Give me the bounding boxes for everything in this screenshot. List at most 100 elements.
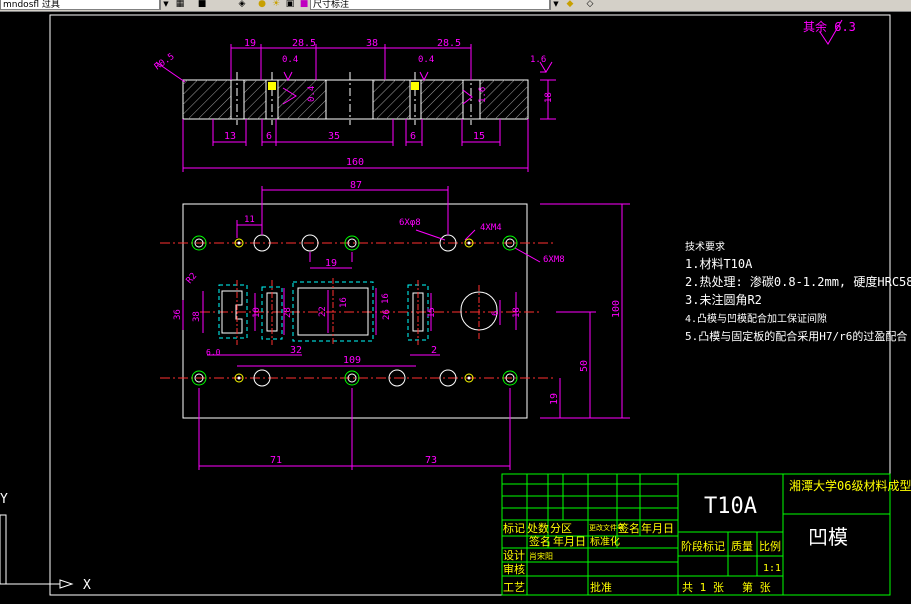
- dim-label: 28.5: [292, 38, 316, 49]
- dim-label: 6: [266, 131, 272, 142]
- dim-label: 11: [244, 215, 255, 225]
- dim-label: 87: [350, 180, 362, 191]
- screw-thread-mark: [411, 82, 419, 90]
- ucs-icon: [0, 514, 74, 589]
- plan-view: 87 11 6Xφ8 4XM4 6XM8 19 R2 38 36 10 28 2…: [160, 180, 630, 470]
- dim-label: 19: [325, 258, 337, 269]
- dim-label: 4XM4: [480, 223, 502, 233]
- school-name: 湘潭大学06级材料成型及控制工程四班: [789, 478, 911, 493]
- part-name: 凹模: [808, 525, 848, 549]
- layer-previous-icon[interactable]: ■: [196, 0, 208, 10]
- dim-label: 26: [382, 309, 392, 320]
- layer-combo[interactable]: mndosfl 过具: [0, 0, 160, 10]
- dim-label: 16: [339, 297, 349, 308]
- dim-label: 36: [173, 309, 183, 320]
- match-layer-icon[interactable]: ◆: [564, 0, 576, 10]
- title-block-cell: 签名: [529, 534, 551, 548]
- tech-req-line: 3.未注圆角R2: [685, 292, 762, 307]
- roughness-note: 其余 6.3: [803, 19, 856, 34]
- title-block-cell: 批准: [590, 580, 612, 594]
- title-block-cell: 肖宋阳: [529, 551, 553, 561]
- dim-label: 15: [427, 307, 437, 318]
- dim-label: 10: [252, 307, 262, 318]
- dim-label: 160: [346, 157, 364, 168]
- dim-label: 28: [283, 307, 293, 318]
- dim-label: 0.4: [307, 86, 317, 102]
- section-view: 19 28.5 38 28.5 1.6 R0.5 0.4 0.4 0.4 1.6…: [153, 38, 556, 172]
- title-block-cell: 标准化: [590, 535, 620, 548]
- tech-req-line: 2.热处理: 渗碳0.8-1.2mm, 硬度HRC58-62: [685, 274, 911, 289]
- drawing-canvas[interactable]: 19 28.5 38 28.5 1.6 R0.5 0.4 0.4 0.4 1.6…: [0, 11, 911, 604]
- title-block-cell: 年月日: [553, 534, 586, 548]
- ucs-x-label: X: [83, 578, 91, 593]
- title-block-text: T10A 湘潭大学06级材料成型及控制工程四班 凹模 标记 处数 分区 更改文件…: [503, 478, 911, 594]
- plate-outline: [182, 203, 528, 419]
- title-block-cell: 处数: [527, 522, 549, 535]
- lightbulb-icon[interactable]: ●: [256, 0, 268, 10]
- dim-label: 1.6: [478, 87, 488, 103]
- dim-label: 109: [343, 355, 361, 366]
- dim-label: 18: [512, 307, 522, 318]
- title-block-cell: 共 1 张: [682, 581, 724, 594]
- hatch-area: [244, 80, 266, 119]
- hatch-area: [183, 80, 231, 119]
- ucs-y-label: Y: [0, 492, 8, 507]
- title-block-cell: 签名: [618, 521, 640, 535]
- title-block-cell: 设计: [503, 549, 525, 562]
- dim-label: R2: [185, 271, 200, 286]
- dim-label: 0.4: [282, 55, 298, 65]
- dim-label: 6: [410, 131, 416, 142]
- dim-label: 16: [381, 293, 391, 304]
- chevron-down-icon[interactable]: ▼: [550, 0, 561, 10]
- title-block-cell: 质量: [731, 540, 753, 553]
- dim-label: 73: [425, 455, 437, 466]
- layer-state-icon[interactable]: ▦: [174, 0, 186, 10]
- dim-label: 19: [244, 38, 256, 49]
- title-block-cell: 工艺: [503, 581, 525, 594]
- dim-label: 35: [328, 131, 340, 142]
- lock-icon[interactable]: ▣: [284, 0, 296, 10]
- hatch-area: [373, 80, 410, 119]
- technical-requirements: 技术要求 1.材料T10A 2.热处理: 渗碳0.8-1.2mm, 硬度HRC5…: [685, 240, 911, 343]
- hatch-area: [421, 80, 463, 119]
- title-block-cell: 分区: [550, 522, 572, 535]
- hatch-area: [278, 80, 326, 119]
- dim-label: 0.4: [418, 55, 434, 65]
- dim-label: 6.0: [206, 348, 221, 357]
- tech-req-line: 1.材料T10A: [685, 257, 753, 271]
- screw-thread-mark: [268, 82, 276, 90]
- dim-label: 71: [270, 455, 282, 466]
- dim-label: 38: [366, 38, 378, 49]
- dim-label: 13: [224, 131, 236, 142]
- tech-req-line: 5.凸模与固定板的配合采用H7/r6的过盈配合: [685, 329, 907, 343]
- dim-label: R0.5: [153, 52, 177, 73]
- title-block-cell: 年月日: [641, 521, 674, 535]
- dim-label: 100: [611, 300, 622, 318]
- section-outline: [182, 79, 529, 120]
- chevron-down-icon[interactable]: ▼: [160, 0, 171, 10]
- dim-label: 15: [473, 131, 485, 142]
- dim-label: 6Xφ8: [399, 218, 421, 228]
- sun-icon[interactable]: ☀: [270, 0, 282, 10]
- layer-walk-icon[interactable]: ◇: [584, 0, 596, 10]
- dim-label: 6: [491, 311, 501, 316]
- dim-label: 22: [318, 306, 328, 317]
- dim-label: 32: [290, 345, 302, 356]
- layer-toggle-icon[interactable]: ◈: [236, 0, 248, 10]
- title-block-cell: 标记: [503, 521, 525, 535]
- dim-label: 28.5: [437, 38, 461, 49]
- dim-label: 2: [431, 345, 437, 356]
- sheet-border: [49, 14, 891, 596]
- title-block-cell: 阶段标记: [681, 539, 725, 553]
- title-block-cell: 审核: [503, 562, 525, 576]
- title-block-cell: 比例: [759, 539, 781, 553]
- dim-label: 1.6: [530, 55, 546, 65]
- dimstyle-combo[interactable]: 尺寸标注: [310, 0, 550, 10]
- color-swatch-icon[interactable]: ■: [298, 0, 310, 10]
- dim-label: 6XM8: [543, 255, 565, 265]
- dim-label: 18: [544, 92, 554, 103]
- tech-req-title: 技术要求: [685, 240, 725, 253]
- dim-label: 19: [549, 393, 560, 405]
- dim-label: 50: [579, 360, 590, 372]
- title-block-cell: 第 张: [742, 580, 771, 594]
